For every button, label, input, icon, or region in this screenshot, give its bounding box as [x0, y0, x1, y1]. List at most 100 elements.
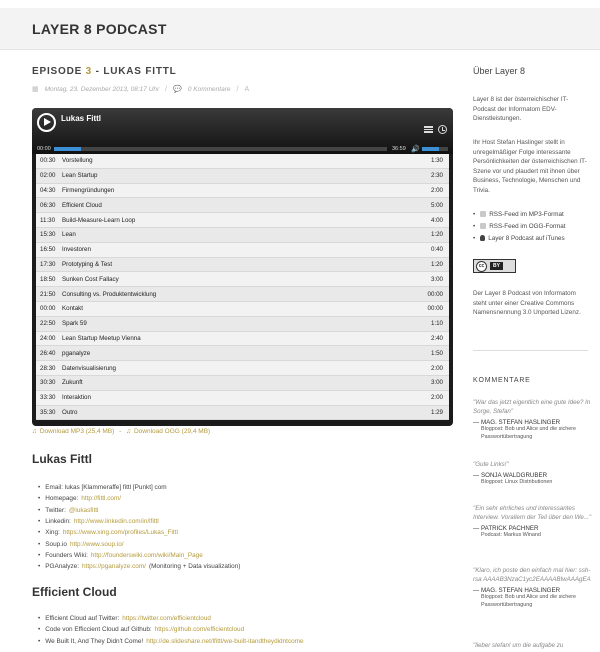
chapter-duration: 1:10 — [430, 320, 443, 328]
chapter-row[interactable]: 00:30 Vorstellung 1:30 — [36, 154, 449, 169]
list-item: Founders Wiki:http://founderswiki.com/wi… — [38, 550, 240, 561]
progress-fill — [54, 147, 81, 151]
comment-author[interactable]: MAG. STEFAN HASLINGER — [473, 419, 593, 426]
comment-author[interactable]: SONJA WALDGRUBER — [473, 472, 593, 479]
comment-quote[interactable]: "lieber stefan! um die aufgabe zu — [473, 641, 593, 650]
comment-item: "Klaro, ich poste den einfach mal hier: … — [473, 566, 593, 609]
chapter-row[interactable]: 11:30 Build-Measure-Learn Loop 4:00 — [36, 213, 449, 228]
download-separator: - — [119, 428, 122, 435]
chapter-start-time: 00:00 — [40, 305, 56, 313]
comment-quote[interactable]: "Ein sehr ehrliches und interessantes In… — [473, 504, 593, 522]
list-item-link[interactable]: http://de.slideshare.net/lfittl/we-built… — [146, 638, 303, 645]
comment-quote[interactable]: "Gute Links!" — [473, 460, 593, 469]
apple-icon — [480, 235, 486, 241]
list-item-link[interactable]: https://twitter.com/efficientcloud — [122, 615, 211, 622]
comment-post-link[interactable]: Podcast: Markus Winand — [473, 532, 593, 540]
comment-quote[interactable]: "Klaro, ich poste den einfach mal hier: … — [473, 566, 593, 584]
list-item-link[interactable]: http://www.soup.io/ — [70, 541, 124, 548]
post-comments-link[interactable]: 0 Kommentare — [188, 86, 231, 93]
list-item-label: We Built It, And They Didn't Come! — [45, 637, 144, 645]
chapter-start-time: 28:30 — [40, 364, 56, 372]
download-mp3-link[interactable]: Download MP3 (25,4 MB) — [40, 428, 114, 435]
comment-author[interactable]: MAG. STEFAN HASLINGER — [473, 587, 593, 594]
list-item-label: Founders Wiki: — [45, 551, 88, 559]
chapter-row[interactable]: 33:30 Interaktion 2:00 — [36, 391, 449, 406]
list-item-link[interactable]: https://github.com/efficientcloud — [155, 626, 244, 633]
chapter-row[interactable]: 02:00 Lean Startup 2:30 — [36, 168, 449, 184]
comments-title: KOMMENTARE — [473, 377, 531, 384]
chapter-row[interactable]: 15:30 Lean 1:20 — [36, 227, 449, 243]
section-heading-lukas: Lukas Fittl — [32, 452, 93, 466]
chapter-duration: 1:50 — [430, 349, 443, 357]
chapter-row[interactable]: 21:50 Consulting vs. Produktentwicklung 00… — [36, 287, 449, 302]
chapter-row[interactable]: 06:30 Efficient Cloud 5:00 — [36, 198, 449, 214]
comment-post-link[interactable]: Blogpost: Bob und Alice und die sichere … — [473, 594, 593, 609]
list-item: Code von Efficcient Cloud auf Github:htt… — [38, 624, 304, 635]
lukas-links-list: Email: lukas [Klammeraffe] fittl [Punkt]… — [38, 482, 240, 572]
chapter-row[interactable]: 24:00 Lean Startup Meetup Vienna 2:40 — [36, 332, 449, 347]
comment-item: "Ein sehr ehrliches und interessantes In… — [473, 504, 593, 540]
list-item-link[interactable]: http://fittl.com/ — [81, 495, 121, 502]
chapter-row[interactable]: 28:30 Datenvisualisierung 2:00 — [36, 361, 449, 376]
chapter-duration: 2:00 — [430, 186, 443, 194]
chapter-start-time: 16:50 — [40, 246, 56, 254]
chapter-title: Lean Startup — [62, 172, 98, 180]
site-title[interactable]: LAYER 8 PODCAST — [32, 21, 167, 37]
post-date: Montag, 23. Dezember 2013, 08:17 Uhr — [44, 85, 160, 93]
volume-icon[interactable]: 🔊 — [411, 145, 420, 153]
comment-item: "Gute Links!" SONJA WALDGRUBERBlogpost: L… — [473, 460, 593, 487]
sidebar-link-item[interactable]: RSS-Feed im OGG-Format — [473, 220, 566, 232]
chapter-row[interactable]: 04:30 Firmengründungen 2:00 — [36, 184, 449, 199]
list-item-link[interactable]: https://pganalyze.com/ — [82, 563, 146, 570]
volume-slider[interactable] — [422, 147, 448, 151]
list-item: Email: lukas [Klammeraffe] fittl [Punkt]… — [38, 482, 240, 493]
chapter-row[interactable]: 35:30 Outro 1:29 — [36, 405, 449, 421]
list-item-label: Xing: — [45, 529, 60, 537]
chapter-title: Efficient Cloud — [62, 201, 102, 209]
chapter-start-time: 17:30 — [40, 260, 56, 268]
chapter-duration: 2:40 — [430, 334, 443, 342]
list-item-link[interactable]: https://www.xing.com/profiles/Lukas_Fitt… — [63, 529, 178, 536]
play-button[interactable] — [37, 113, 56, 132]
chapter-title: Datenvisualisierung — [62, 364, 116, 372]
rss-icon — [480, 223, 487, 229]
chapter-duration: 1:20 — [430, 231, 443, 239]
chapter-row[interactable]: 26:40 pganalyze 1:50 — [36, 346, 449, 362]
comment-item: "War das jetzt eigentlich eine gute Idee… — [473, 398, 593, 441]
chapter-list-icon[interactable] — [424, 126, 433, 133]
download-ogg-link[interactable]: Download OGG (29,4 MB) — [134, 428, 210, 435]
list-item-link[interactable]: http://founderswiki.com/wiki/Main_Page — [91, 552, 203, 559]
chapter-row[interactable]: 30:30 Zukunft 3:00 — [36, 375, 449, 391]
sidebar-link-label[interactable]: RSS-Feed im OGG-Format — [489, 223, 565, 230]
chapter-title: Firmengründungen — [62, 186, 115, 194]
total-time: 36:59 — [392, 146, 406, 152]
chapter-duration: 00:00 — [427, 305, 443, 313]
list-item-label: Code von Efficcient Cloud auf Github: — [45, 626, 152, 634]
post-meta: ▦ Montag, 23. Dezember 2013, 08:17 Uhr /… — [32, 85, 454, 94]
comment-post-link[interactable]: Blogpost: Linux Distributionen — [473, 479, 593, 487]
list-item-label: Email: lukas [Klammeraffe] fittl [Punkt]… — [45, 484, 167, 492]
chapter-row[interactable]: 00:00 Kontakt 00:00 — [36, 302, 449, 317]
chapter-start-time: 15:30 — [40, 231, 56, 239]
sidebar-link-label[interactable]: Layer 8 Podcast auf iTunes — [488, 235, 564, 242]
chapter-row[interactable]: 16:50 Investoren 0:40 — [36, 243, 449, 258]
chapter-row[interactable]: 17:30 Prototyping & Test 1:20 — [36, 257, 449, 273]
comment-quote[interactable]: "War das jetzt eigentlich eine gute Idee… — [473, 398, 593, 416]
font-size-icon[interactable]: A — [244, 86, 249, 93]
creative-commons-badge[interactable]: cc BY — [473, 259, 516, 273]
chapter-row[interactable]: 18:50 Sunken Cost Fallacy 3:00 — [36, 272, 449, 288]
list-item-link[interactable]: http://www.linkedin.com/in/lfittl — [74, 518, 159, 525]
site-header: LAYER 8 PODCAST — [0, 8, 600, 50]
sidebar-link-label[interactable]: RSS-Feed im MP3-Format — [489, 211, 564, 218]
sidebar-link-item[interactable]: Layer 8 Podcast auf iTunes — [473, 232, 566, 244]
list-item: Xing:https://www.xing.com/profiles/Lukas… — [38, 527, 240, 538]
comment-item: "lieber stefan! um die aufgabe zu — [473, 641, 593, 650]
chapter-row[interactable]: 22:50 Spark 59 1:10 — [36, 316, 449, 332]
comment-author[interactable]: PATRICK PACHNER — [473, 525, 593, 532]
progress-bar[interactable] — [54, 147, 387, 151]
clock-icon[interactable] — [438, 125, 447, 134]
sidebar-link-item[interactable]: RSS-Feed im MP3-Format — [473, 208, 566, 220]
music-note-icon: ♫ — [126, 428, 131, 435]
list-item-link[interactable]: @lukasfittl — [69, 507, 99, 514]
comment-post-link[interactable]: Blogpost: Bob und Alice und die sichere … — [473, 426, 593, 441]
